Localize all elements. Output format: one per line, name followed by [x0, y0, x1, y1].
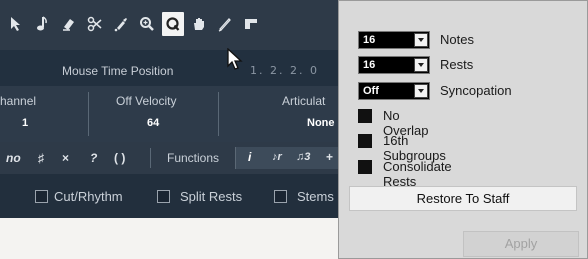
off-velocity-label: Off Velocity	[116, 94, 177, 108]
mouse-time-label: Mouse Time Position	[62, 64, 174, 78]
apply-button[interactable]: Apply	[463, 231, 579, 257]
chevron-down-icon[interactable]	[414, 33, 428, 47]
functions-label: Functions	[167, 151, 220, 165]
articulation-value[interactable]: None	[307, 117, 335, 129]
display-options-bar: Cut/Rhythm Split Rests Stems	[0, 174, 338, 218]
cut-rhythm-checkbox[interactable]	[35, 190, 48, 203]
cut-rhythm-label: Cut/Rhythm	[54, 189, 123, 204]
off-velocity-value[interactable]: 64	[147, 117, 159, 129]
syncopation-dropdown[interactable]: Off	[358, 82, 430, 100]
ornament-symbol-icon[interactable]: no	[6, 151, 21, 165]
restore-to-staff-button[interactable]: Restore To Staff	[349, 186, 577, 211]
glue-icon[interactable]	[110, 12, 132, 36]
notes-value: 16	[363, 34, 376, 46]
notes-label: Notes	[440, 32, 474, 47]
note-parameters-row: hannel 1 Off Velocity 64 Articulat None	[0, 86, 338, 142]
stems-label: Stems	[297, 189, 334, 204]
consolidate-rests-checkbox[interactable]	[358, 160, 372, 174]
param-divider	[88, 92, 89, 136]
functions-divider	[150, 148, 151, 168]
draw-icon[interactable]	[214, 12, 236, 36]
tool-bar	[0, 0, 338, 50]
cut-icon[interactable]	[84, 12, 106, 36]
double-sharp-symbol-icon[interactable]: ×	[62, 151, 69, 165]
layout-tool-icon[interactable]	[240, 12, 262, 36]
info-icon[interactable]: i	[248, 150, 251, 164]
syncopation-label: Syncopation	[440, 83, 512, 98]
display-quantize-panel: 16 Notes 16 Rests Off Syncopation No Ove…	[338, 0, 588, 259]
subgroups-checkbox[interactable]	[358, 134, 372, 148]
group-notes-icon[interactable]: ♫3	[296, 151, 310, 163]
sharp-symbol-icon[interactable]: ♯	[38, 151, 44, 165]
mouse-time-value: 1. 2. 2. 0	[250, 64, 319, 77]
channel-value[interactable]: 1	[22, 117, 28, 129]
syncopation-value: Off	[363, 85, 379, 97]
consolidate-rests-label: Consolidate Rests	[383, 159, 452, 189]
quantize-icon[interactable]	[162, 12, 184, 36]
rests-dropdown[interactable]: 16	[358, 56, 430, 74]
hand-icon[interactable]	[188, 12, 210, 36]
chevron-down-icon[interactable]	[414, 58, 428, 72]
no-overlap-checkbox[interactable]	[358, 109, 372, 123]
split-rests-checkbox[interactable]	[157, 190, 170, 203]
zoom-icon[interactable]	[136, 12, 158, 36]
question-symbol-icon[interactable]: ?	[90, 151, 97, 165]
rests-value: 16	[363, 59, 376, 71]
split-rests-label: Split Rests	[180, 189, 243, 204]
stems-checkbox[interactable]	[274, 190, 287, 203]
functions-icon-group: i ♪r ♫3 +	[235, 147, 338, 169]
flip-stems-icon[interactable]: ♪r	[272, 151, 282, 163]
rests-label: Rests	[440, 57, 474, 72]
chevron-down-icon[interactable]	[414, 84, 428, 98]
insert-note-icon[interactable]	[32, 12, 54, 36]
more-icon[interactable]: +	[326, 150, 333, 164]
mouse-pointer-icon	[226, 47, 244, 77]
articulation-label: Articulat	[282, 94, 326, 108]
parentheses-symbol-icon[interactable]: ( )	[114, 151, 125, 165]
score-paper	[0, 218, 338, 259]
param-divider	[218, 92, 219, 136]
erase-icon[interactable]	[58, 12, 80, 36]
mouse-time-bar: Mouse Time Position 1. 2. 2. 0	[0, 50, 338, 86]
channel-label: hannel	[0, 94, 37, 108]
functions-bar: no ♯ × ? ( ) Functions i ♪r ♫3 +	[0, 142, 338, 174]
notes-dropdown[interactable]: 16	[358, 31, 430, 49]
object-selection-icon[interactable]	[6, 12, 28, 36]
